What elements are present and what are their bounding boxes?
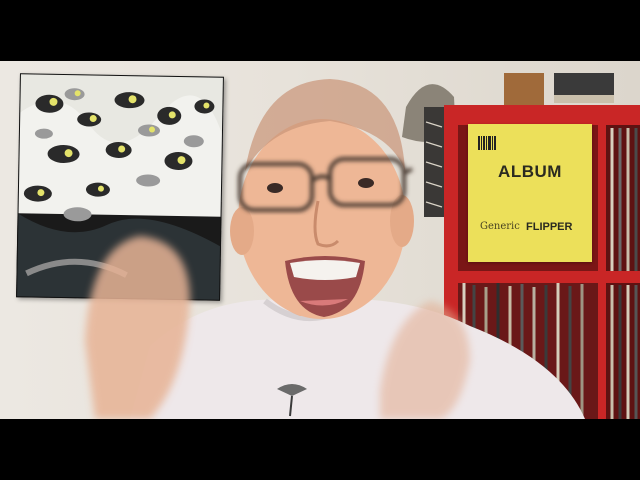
video-frame: ALBUM Generic FLIPPER xyxy=(0,0,640,480)
shirt xyxy=(130,298,585,419)
person-figure xyxy=(85,79,585,419)
scene: ALBUM Generic FLIPPER xyxy=(0,61,640,419)
